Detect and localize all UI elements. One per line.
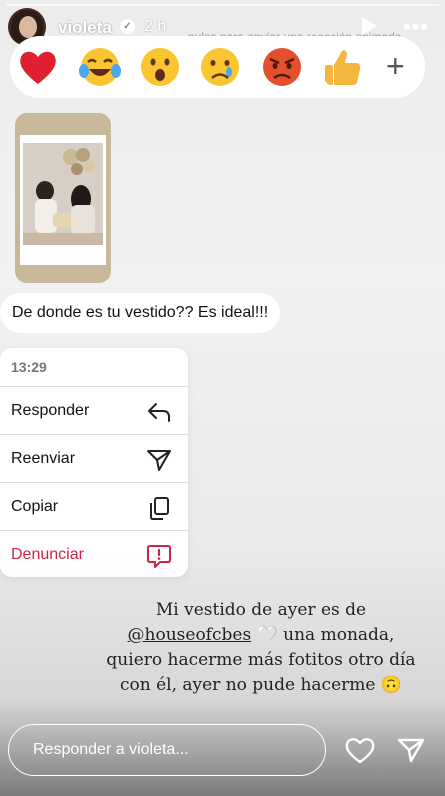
thumbs-up-icon[interactable] <box>320 45 364 89</box>
caption-line-1: Mi vestido de ayer es de <box>155 600 367 620</box>
report-label: Denunciar <box>11 546 84 563</box>
red-heart-icon[interactable] <box>16 45 60 89</box>
shared-post-card <box>20 135 106 265</box>
face-with-open-mouth-icon[interactable] <box>138 45 182 89</box>
username[interactable]: violeta <box>58 18 112 38</box>
forward-menu-item[interactable]: Reenviar <box>0 434 188 482</box>
angry-face-icon[interactable] <box>260 45 304 89</box>
story-caption: Mi vestido de ayer es de @houseofcbes 🤍 … <box>96 598 426 698</box>
play-icon[interactable] <box>362 17 377 35</box>
send-icon <box>147 450 171 471</box>
copy-menu-item[interactable]: Copiar <box>0 482 188 530</box>
copy-label: Copiar <box>11 498 59 515</box>
received-message[interactable]: De donde es tu vestido?? Es ideal!!! <box>0 293 281 333</box>
send-message-icon[interactable] <box>397 737 425 763</box>
message-time: 13:29 <box>11 359 47 375</box>
reaction-bar: + <box>10 36 425 98</box>
message-context-menu: 13:29 Responder Reenviar Copiar Denuncia… <box>0 348 188 577</box>
story-time: 2 h <box>144 18 167 35</box>
shared-story-thumbnail[interactable] <box>15 113 111 283</box>
caption-line-2-rest: 🤍 una monada, <box>251 625 395 645</box>
verified-badge-icon: ✓ <box>120 19 135 34</box>
forward-label: Reenviar <box>11 450 76 467</box>
report-menu-item[interactable]: Denunciar <box>0 530 188 577</box>
copy-icon <box>150 497 169 520</box>
caption-line-2: @houseofcbes 🤍 una monada, <box>96 623 426 648</box>
face-with-tears-of-joy-icon[interactable] <box>78 45 122 89</box>
reply-icon <box>148 403 170 422</box>
mention-link[interactable]: @houseofcbes <box>128 625 252 645</box>
reply-input[interactable]: Responder a violeta... <box>8 724 326 776</box>
like-heart-icon[interactable] <box>345 736 375 764</box>
story-progress-bar <box>6 4 439 6</box>
reply-menu-item[interactable]: Responder <box>0 386 188 434</box>
report-icon <box>147 545 171 568</box>
shared-post-photo <box>23 143 103 245</box>
reply-label: Responder <box>11 402 90 419</box>
add-reaction-plus-icon[interactable]: + <box>386 48 405 84</box>
caption-line-3: quiero hacerme más fotitos otro día <box>106 650 416 670</box>
caption-line-4: con él, ayer no pude hacerme 🙃 <box>119 675 403 695</box>
crying-face-icon[interactable] <box>198 45 242 89</box>
more-options-icon[interactable]: ••• <box>403 16 429 38</box>
